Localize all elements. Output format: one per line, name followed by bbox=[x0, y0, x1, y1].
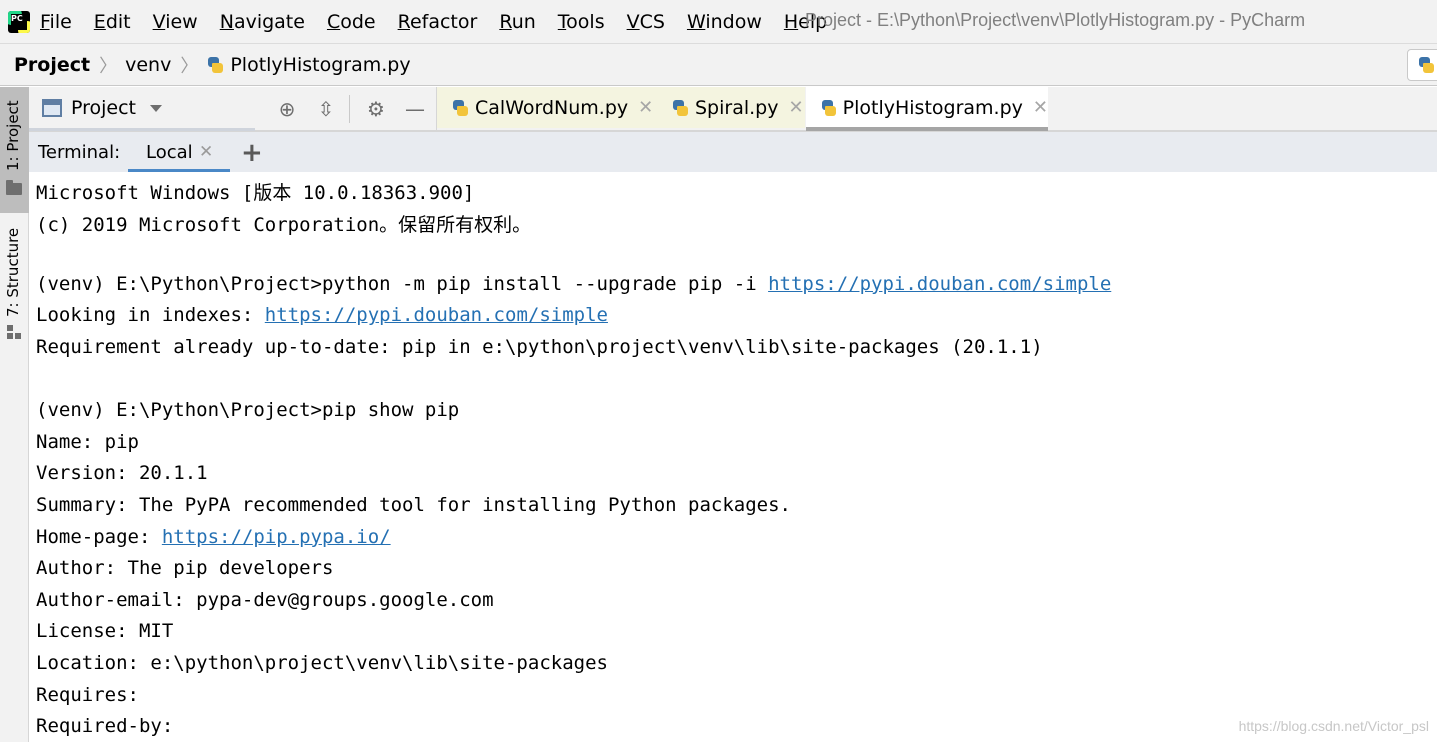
sidebar-tab-project[interactable]: 1: Project bbox=[0, 87, 29, 213]
terminal-tab-label: Local bbox=[146, 142, 193, 163]
chevron-right-icon: 〉 bbox=[99, 55, 118, 77]
terminal-line: Name: pip bbox=[36, 431, 139, 453]
locate-target-icon[interactable]: ⊕ bbox=[275, 97, 299, 121]
terminal-line: (venv) E:\Python\Project>pip show pip bbox=[36, 399, 459, 421]
terminal-line-text: License: MIT bbox=[36, 620, 174, 643]
terminal-line-text: Required-by: bbox=[36, 715, 174, 738]
terminal-line: Author: The pip developers bbox=[36, 557, 333, 579]
close-icon[interactable]: ✕ bbox=[638, 97, 653, 118]
python-file-icon bbox=[206, 56, 224, 74]
menu-window[interactable]: Window bbox=[687, 11, 762, 33]
terminal-line: Author-email: pypa-dev@groups.google.com bbox=[36, 589, 494, 611]
editor-tab-calwordnum[interactable]: CalWordNum.py ✕ bbox=[437, 87, 657, 128]
terminal-line: Required-by: bbox=[36, 715, 173, 737]
terminal-line-text: Summary: The PyPA recommended tool for i… bbox=[36, 494, 791, 516]
project-panel-header: Project ⊕ ⇳ ⚙ — bbox=[29, 87, 436, 131]
menu-view[interactable]: View bbox=[153, 11, 198, 33]
breadcrumb-file[interactable]: PlotlyHistogram.py bbox=[206, 53, 411, 76]
python-file-icon bbox=[671, 99, 689, 117]
terminal-link[interactable]: https://pip.pypa.io/ bbox=[162, 526, 391, 548]
menu-bar: PC File Edit View Navigate Code Refactor… bbox=[0, 0, 1437, 43]
caret-down-icon bbox=[150, 104, 163, 112]
terminal-line: Summary: The PyPA recommended tool for i… bbox=[36, 494, 791, 516]
breadcrumb-venv[interactable]: venv bbox=[125, 54, 171, 76]
sidebar-tab-structure-label: 7: Structure bbox=[4, 227, 22, 317]
terminal-line: (venv) E:\Python\Project>python -m pip i… bbox=[36, 273, 1111, 295]
terminal-line: Location: e:\python\project\venv\lib\sit… bbox=[36, 652, 608, 674]
terminal-line-text: Home-page: bbox=[36, 525, 162, 548]
terminal-line: Microsoft Windows [版本 10.0.18363.900] bbox=[36, 178, 474, 205]
python-file-icon bbox=[820, 99, 837, 117]
breadcrumb-project[interactable]: Project bbox=[14, 54, 90, 76]
terminal-link[interactable]: https://pypi.douban.com/simple bbox=[265, 304, 608, 326]
terminal-line: Version: 20.1.1 bbox=[36, 462, 208, 484]
add-terminal-icon[interactable]: + bbox=[241, 138, 263, 168]
terminal-line-text: Requirement already up-to-date: pip in e… bbox=[36, 336, 1043, 358]
hide-panel-icon[interactable]: — bbox=[403, 97, 427, 121]
project-window-icon bbox=[42, 99, 62, 117]
terminal-link[interactable]: https://pypi.douban.com/simple bbox=[768, 273, 1111, 295]
menu-edit[interactable]: Edit bbox=[94, 11, 131, 33]
structure-icon bbox=[7, 325, 21, 339]
terminal-line: Requires: bbox=[36, 684, 139, 706]
menu-code[interactable]: Code bbox=[327, 11, 376, 33]
close-icon[interactable]: ✕ bbox=[788, 97, 803, 118]
watermark: https://blog.csdn.net/Victor_psl bbox=[1238, 718, 1429, 734]
menu-vcs[interactable]: VCS bbox=[627, 11, 665, 33]
menu-refactor[interactable]: Refactor bbox=[398, 11, 478, 33]
python-file-icon bbox=[451, 99, 469, 117]
terminal-line: Requirement already up-to-date: pip in e… bbox=[36, 336, 1043, 358]
terminal-header: Terminal: Local ✕ + bbox=[29, 131, 1437, 173]
terminal-line-text: Location: e:\python\project\venv\lib\sit… bbox=[36, 652, 608, 674]
close-icon[interactable]: ✕ bbox=[1033, 97, 1048, 118]
editor-tabs: CalWordNum.py ✕ Spiral.py ✕ PlotlyHistog… bbox=[436, 87, 1437, 131]
editor-tab-label: CalWordNum.py bbox=[475, 96, 629, 119]
terminal-line-text: (venv) E:\Python\Project>pip show pip bbox=[36, 399, 460, 422]
terminal-line-text: Author: The pip developers bbox=[36, 557, 334, 580]
terminal-line: Home-page: https://pip.pypa.io/ bbox=[36, 526, 391, 548]
sidebar-tab-structure[interactable]: 7: Structure bbox=[0, 221, 29, 351]
terminal-line-text: (venv) E:\Python\Project>python -m pip i… bbox=[36, 272, 769, 295]
terminal-line: (c) 2019 Microsoft Corporation。保留所有权利。 bbox=[36, 210, 531, 237]
left-tool-strip: 1: Project 7: Structure bbox=[0, 87, 29, 742]
editor-tab-label: Spiral.py bbox=[695, 96, 779, 119]
menu-file[interactable]: File bbox=[40, 11, 72, 33]
breadcrumb: Project 〉 venv 〉 PlotlyHistogram.py bbox=[0, 43, 1437, 86]
terminal-tab-local[interactable]: Local ✕ bbox=[128, 132, 230, 173]
terminal-line-text: Requires: bbox=[36, 683, 139, 706]
terminal-line-text: Looking in indexes: bbox=[36, 304, 265, 327]
terminal-line: License: MIT bbox=[36, 620, 173, 642]
chevron-right-icon: 〉 bbox=[180, 55, 199, 77]
project-view-selector[interactable]: Project bbox=[42, 97, 163, 119]
terminal-label: Terminal: bbox=[38, 142, 121, 163]
menu-tools[interactable]: Tools bbox=[558, 11, 605, 33]
terminal-line-text: Name: pip bbox=[36, 430, 139, 453]
terminal-line-text: (c) 2019 Microsoft Corporation。保留所有权利。 bbox=[36, 213, 532, 236]
gear-icon[interactable]: ⚙ bbox=[364, 97, 388, 121]
close-icon[interactable]: ✕ bbox=[199, 142, 213, 162]
editor-tab-plotlyhistogram[interactable]: PlotlyHistogram.py ✕ bbox=[806, 87, 1048, 131]
toolbar-divider bbox=[349, 95, 350, 123]
terminal-line-text: Version: 20.1.1 bbox=[36, 462, 208, 485]
terminal-output[interactable]: Microsoft Windows [版本 10.0.18363.900] (c)… bbox=[29, 172, 1437, 742]
editor-tab-label: PlotlyHistogram.py bbox=[842, 96, 1023, 119]
collapse-all-icon[interactable]: ⇳ bbox=[314, 97, 338, 121]
editor-tab-spiral[interactable]: Spiral.py ✕ bbox=[657, 87, 805, 128]
python-icon bbox=[1417, 56, 1435, 74]
menu-run[interactable]: Run bbox=[499, 11, 535, 33]
window-title: Project - E:\Python\Project\venv\PlotlyH… bbox=[805, 10, 1306, 30]
menu-navigate[interactable]: Navigate bbox=[220, 11, 305, 33]
pycharm-logo-icon: PC bbox=[8, 10, 30, 33]
terminal-line: Looking in indexes: https://pypi.douban.… bbox=[36, 304, 608, 326]
run-config-button[interactable] bbox=[1407, 49, 1437, 81]
terminal-line-text: Microsoft Windows [版本 10.0.18363.900] bbox=[36, 182, 475, 204]
breadcrumb-file-label: PlotlyHistogram.py bbox=[230, 53, 411, 76]
project-view-label: Project bbox=[71, 97, 137, 119]
folder-icon bbox=[6, 180, 22, 195]
terminal-line-text: Author-email: pypa-dev@groups.google.com bbox=[36, 588, 494, 611]
sidebar-tab-project-label: 1: Project bbox=[4, 100, 22, 171]
